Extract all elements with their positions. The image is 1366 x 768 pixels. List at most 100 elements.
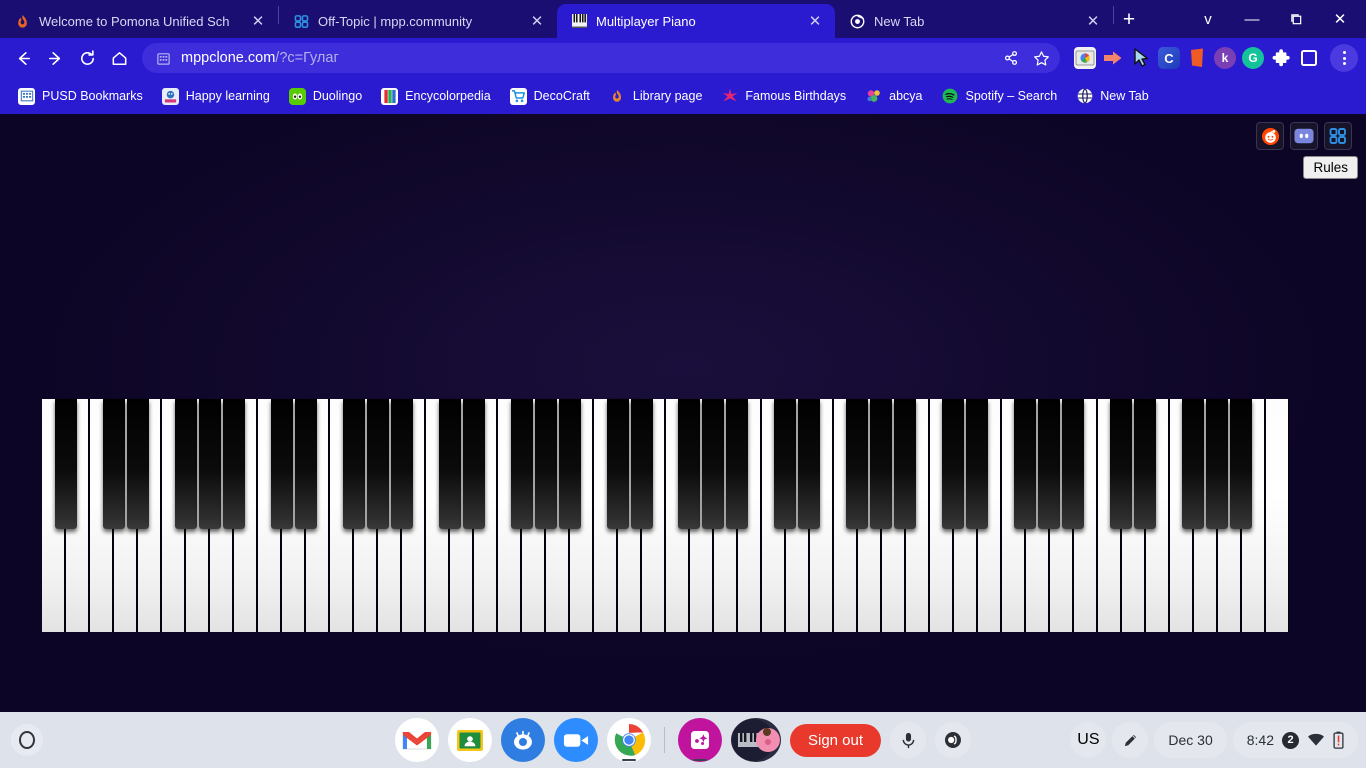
pixel-app[interactable] — [677, 718, 722, 762]
bookmark-encycolorpedia[interactable]: Encycolorpedia — [373, 84, 498, 109]
piano-black-key[interactable] — [798, 399, 821, 529]
piano-black-key[interactable] — [294, 399, 317, 529]
bookmark-new-tab[interactable]: New Tab — [1068, 84, 1156, 109]
piano-black-key[interactable] — [54, 399, 77, 529]
piano-black-key[interactable] — [630, 399, 653, 529]
bookmark-spotify-search[interactable]: Spotify – Search — [934, 84, 1066, 109]
piano-black-key[interactable] — [774, 399, 797, 529]
piano-black-key[interactable] — [366, 399, 389, 529]
gmail-app[interactable] — [394, 718, 439, 762]
tab-close-button[interactable]: ✕ — [1083, 11, 1103, 31]
piano-black-key[interactable] — [870, 399, 893, 529]
status-area[interactable]: 8:42 2 — [1232, 722, 1358, 758]
forward-button[interactable] — [40, 43, 70, 73]
piano-black-key[interactable] — [1230, 399, 1253, 529]
piano-black-key[interactable] — [1206, 399, 1229, 529]
redirect-extension-icon[interactable] — [1102, 47, 1124, 69]
address-bar[interactable]: mppclone.com/?c=Гулаг — [142, 43, 1060, 73]
piano-black-key[interactable] — [342, 399, 365, 529]
piano-keyboard[interactable] — [42, 399, 1289, 632]
piano-black-key[interactable] — [846, 399, 869, 529]
piano-black-key[interactable] — [222, 399, 245, 529]
close-window-button[interactable]: ✕ — [1318, 0, 1362, 38]
microphone-icon[interactable] — [890, 722, 927, 758]
keyboard-layout-button[interactable]: US — [1070, 722, 1107, 758]
piano-black-key[interactable] — [1182, 399, 1205, 529]
piano-black-key[interactable] — [126, 399, 149, 529]
piano-black-key[interactable] — [510, 399, 533, 529]
orange-book-extension-icon[interactable] — [1186, 47, 1208, 69]
piano-black-key[interactable] — [726, 399, 749, 529]
tab-close-button[interactable]: ✕ — [248, 11, 268, 31]
c-extension-icon[interactable]: C — [1158, 47, 1180, 69]
bookmark-label: DecoCraft — [533, 89, 590, 103]
reddit-link[interactable] — [1256, 122, 1284, 150]
puzzle-extension-icon[interactable] — [1270, 47, 1292, 69]
stylus-icon[interactable] — [1112, 722, 1149, 758]
chrome-cast-extension-icon[interactable] — [1074, 47, 1096, 69]
piano-black-key[interactable] — [1062, 399, 1085, 529]
piano-black-key[interactable] — [942, 399, 965, 529]
chrome-app[interactable] — [606, 718, 651, 762]
tab-close-button[interactable]: ✕ — [805, 11, 825, 31]
eye-app[interactable] — [500, 718, 545, 762]
piano-black-key[interactable] — [462, 399, 485, 529]
bookmark-famous-birthdays[interactable]: Famous Birthdays — [713, 84, 854, 109]
tab-search-chevron-down-icon[interactable]: v — [1186, 0, 1230, 38]
piano-black-key[interactable] — [270, 399, 293, 529]
browser-tab-2[interactable]: Multiplayer Piano ✕ — [557, 4, 835, 38]
grammarly-extension-icon[interactable]: G — [1242, 47, 1264, 69]
google-classroom-app[interactable] — [447, 718, 492, 762]
cursor-extension-icon[interactable] — [1130, 47, 1152, 69]
launcher-icon[interactable] — [11, 724, 43, 756]
piano-white-key[interactable] — [1265, 399, 1289, 632]
bookmark-decocraft[interactable]: DecoCraft — [502, 84, 598, 109]
back-button[interactable] — [8, 43, 38, 73]
clock-time: 8:42 — [1246, 732, 1274, 748]
bookmark-abcya[interactable]: abcya — [857, 84, 930, 109]
piano-black-key[interactable] — [1038, 399, 1061, 529]
piano-black-key[interactable] — [558, 399, 581, 529]
star-icon[interactable] — [1028, 45, 1054, 71]
piano-black-key[interactable] — [390, 399, 413, 529]
piano-black-key[interactable] — [1134, 399, 1157, 529]
piano-black-key[interactable] — [198, 399, 221, 529]
multiplayer-piano-window[interactable] — [730, 718, 781, 762]
piano-black-key[interactable] — [702, 399, 725, 529]
piano-black-key[interactable] — [102, 399, 125, 529]
bookmark-happy-learning[interactable]: Happy learning — [154, 84, 278, 109]
share-icon[interactable] — [998, 45, 1024, 71]
tab-close-button[interactable]: ✕ — [527, 11, 547, 31]
bookmark-pusd-bookmarks[interactable]: PUSD Bookmarks — [10, 84, 151, 109]
home-button[interactable] — [104, 43, 134, 73]
side-panel-extension-icon[interactable] — [1298, 47, 1320, 69]
discord-link[interactable] — [1290, 122, 1318, 150]
browser-tab-0[interactable]: Welcome to Pomona Unified Sch ✕ — [0, 4, 278, 38]
window-controls: v — ✕ — [1186, 0, 1366, 38]
piano-black-key[interactable] — [1014, 399, 1037, 529]
bookmark-library-page[interactable]: Library page — [601, 84, 711, 109]
minimize-button[interactable]: — — [1230, 0, 1274, 38]
browser-menu-button[interactable] — [1330, 44, 1358, 72]
kami-extension-icon[interactable]: k — [1214, 47, 1236, 69]
piano-black-key[interactable] — [534, 399, 557, 529]
browser-tab-3[interactable]: New Tab ✕ — [835, 4, 1113, 38]
piano-black-key[interactable] — [966, 399, 989, 529]
maximize-button[interactable] — [1274, 0, 1318, 38]
zoom-app[interactable] — [553, 718, 598, 762]
piano-black-key[interactable] — [1110, 399, 1133, 529]
piano-black-key[interactable] — [174, 399, 197, 529]
reload-button[interactable] — [72, 43, 102, 73]
piano-black-key[interactable] — [438, 399, 461, 529]
date-button[interactable]: Dec 30 — [1154, 722, 1227, 758]
piano-black-key[interactable] — [678, 399, 701, 529]
browser-tab-1[interactable]: Off-Topic | mpp.community ✕ — [279, 4, 557, 38]
accessibility-icon[interactable] — [935, 722, 972, 758]
piano-black-key[interactable] — [894, 399, 917, 529]
piano-black-key[interactable] — [606, 399, 629, 529]
bookmark-label: abcya — [889, 89, 923, 103]
sign-out-button[interactable]: Sign out — [789, 723, 882, 757]
bookmark-duolingo[interactable]: Duolingo — [281, 84, 370, 109]
mpp-community-link[interactable] — [1324, 122, 1352, 150]
new-tab-button[interactable]: + — [1114, 5, 1144, 35]
